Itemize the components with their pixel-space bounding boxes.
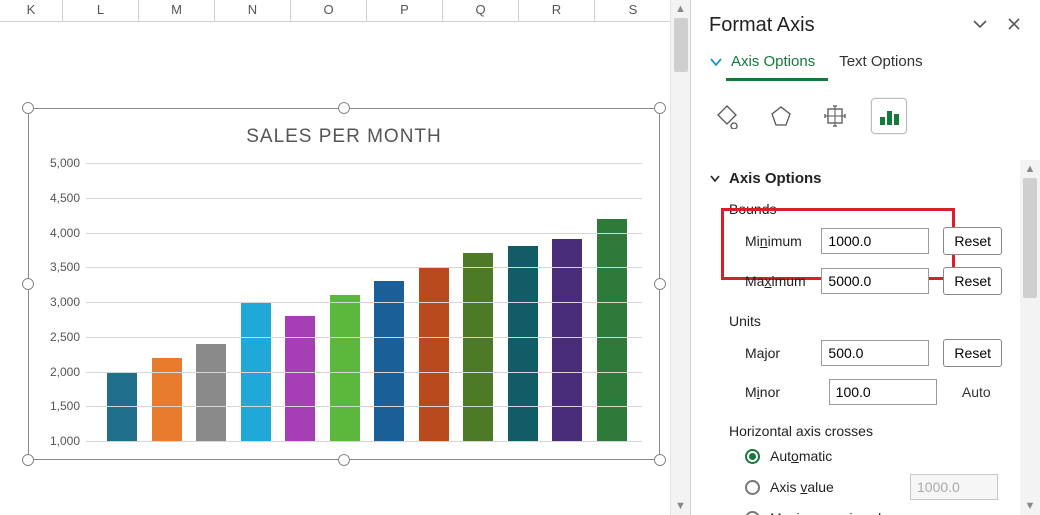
format-axis-panel: Format Axis Axis Options Text Options [690,0,1040,515]
minor-units-input[interactable] [829,379,937,405]
chevron-down-icon [709,173,721,185]
tab-text-options[interactable]: Text Options [839,47,922,78]
major-units-input[interactable] [821,340,929,366]
tab-axis-options[interactable]: Axis Options [709,47,815,78]
chart-bar[interactable] [419,267,449,441]
resize-handle[interactable] [654,278,666,290]
hcross-axis-value-option[interactable]: Axis value [709,469,1002,505]
chart-bar[interactable] [285,316,315,441]
chart-gridline [86,302,642,303]
col-header[interactable]: K [0,0,63,21]
col-header[interactable]: S [595,0,671,21]
tab-label: Text Options [839,53,922,70]
tab-underline [726,78,828,81]
col-header[interactable]: Q [443,0,519,21]
fill-line-icon[interactable] [709,98,745,134]
chart-y-tick-label: 3,000 [38,295,80,309]
col-header[interactable]: L [63,0,139,21]
chart-gridline [86,406,642,407]
resize-handle[interactable] [22,102,34,114]
col-header[interactable]: R [519,0,595,21]
section-axis-options[interactable]: Axis Options [709,164,1002,193]
major-label: Major [745,345,807,361]
close-panel-icon[interactable] [1006,16,1022,35]
chart-bar[interactable] [552,239,582,441]
chart-bar[interactable] [597,219,627,441]
chart-bar[interactable] [196,344,226,441]
scroll-thumb[interactable] [674,18,688,72]
radio-label: Axis value [770,479,834,495]
units-label: Units [709,301,1002,333]
chart-object[interactable]: SALES PER MONTH 5,0004,5004,0003,5003,00… [28,108,660,460]
resize-handle[interactable] [338,454,350,466]
size-properties-icon[interactable] [817,98,853,134]
minimum-label: Minimum [745,233,807,249]
chart-y-tick-label: 1,500 [38,399,80,413]
minimum-input[interactable] [821,228,929,254]
chart-gridline [86,198,642,199]
chart-y-tick-label: 4,500 [38,191,80,205]
chart-gridline [86,372,642,373]
resize-handle[interactable] [654,102,666,114]
chart-gridline [86,233,642,234]
panel-scrollbar[interactable]: ▲ ▼ [1020,160,1040,515]
col-header[interactable]: N [215,0,291,21]
panel-title: Format Axis [709,14,815,37]
collapse-panel-icon[interactable] [972,16,988,35]
chart-y-tick-label: 2,000 [38,365,80,379]
col-header[interactable]: M [139,0,215,21]
chart-bar[interactable] [374,281,404,441]
radio-icon [745,449,760,464]
chart-y-tick-label: 4,000 [38,226,80,240]
chart-gridline [86,163,642,164]
chart-y-tick-label: 5,000 [38,156,80,170]
chart-plot-area[interactable]: 5,0004,5004,0003,5003,0002,5002,0001,500… [86,163,642,441]
axis-options-icon[interactable] [871,98,907,134]
chart-gridline [86,337,642,338]
chart-bar[interactable] [152,358,182,441]
sheet-scrollbar[interactable]: ▲ ▼ [670,0,690,515]
minimum-reset-button[interactable]: Reset [943,227,1002,255]
scroll-down-icon[interactable]: ▼ [1020,497,1040,515]
chart-gridline [86,267,642,268]
chevron-down-icon [709,55,723,69]
hcross-automatic-option[interactable]: Automatic [709,443,1002,469]
radio-label: Automatic [770,448,832,464]
radio-label: Maximum axis value [770,510,897,515]
chart-bar[interactable] [463,253,493,441]
chart-y-tick-label: 2,500 [38,330,80,344]
chart-y-tick-label: 1,000 [38,434,80,448]
radio-icon [745,511,760,515]
resize-handle[interactable] [338,102,350,114]
scroll-up-icon[interactable]: ▲ [671,0,690,18]
hcross-max-axis-option[interactable]: Maximum axis value [709,505,1002,515]
scroll-up-icon[interactable]: ▲ [1020,160,1040,178]
effects-icon[interactable] [763,98,799,134]
chart-gridline [86,441,642,442]
resize-handle[interactable] [654,454,666,466]
column-headers: K L M N O P Q R S [0,0,690,22]
col-header[interactable]: P [367,0,443,21]
resize-handle[interactable] [22,278,34,290]
minor-auto-label: Auto [951,384,1002,400]
maximum-label: Maximum [745,273,807,289]
chart-bar[interactable] [508,246,538,441]
minor-label: Minor [745,384,815,400]
chart-bar[interactable] [330,295,360,441]
bounds-label: Bounds [709,193,1002,221]
maximum-input[interactable] [821,268,929,294]
chart-y-tick-label: 3,500 [38,260,80,274]
resize-handle[interactable] [22,454,34,466]
maximum-reset-button[interactable]: Reset [943,267,1002,295]
section-title: Axis Options [729,170,822,187]
scroll-thumb[interactable] [1023,178,1037,298]
axis-value-input [910,474,998,500]
tab-label: Axis Options [731,53,815,70]
hcross-label: Horizontal axis crosses [709,411,1002,443]
radio-icon [745,480,760,495]
major-reset-button[interactable]: Reset [943,339,1002,367]
col-header[interactable]: O [291,0,367,21]
scroll-down-icon[interactable]: ▼ [671,497,690,515]
